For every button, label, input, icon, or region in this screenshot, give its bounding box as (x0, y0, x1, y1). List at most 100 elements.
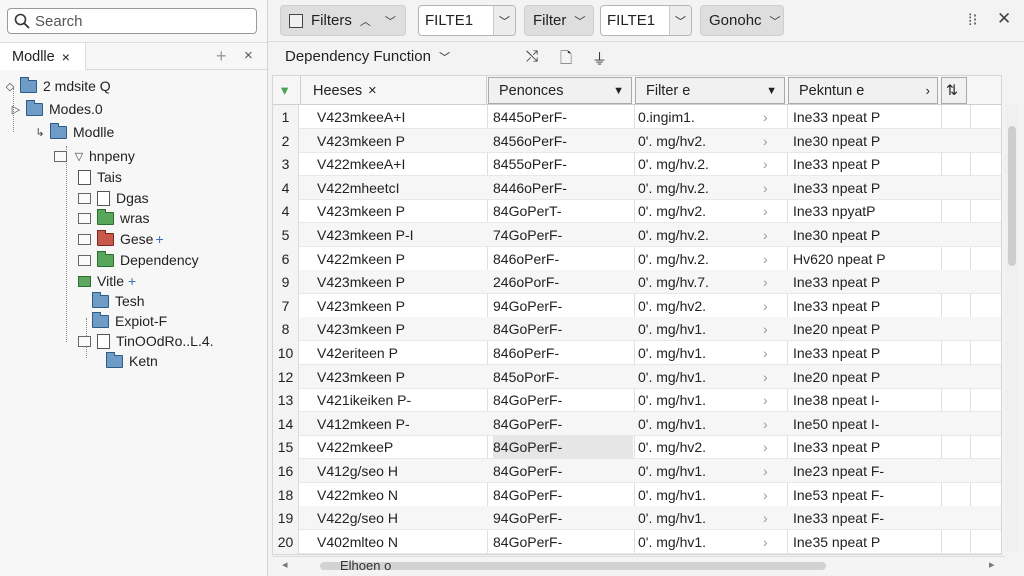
cell-pekntun[interactable]: Ine33 npyatP (793, 199, 943, 223)
table-row[interactable]: 13 V421ikeiken P- 84GoPerF- 0'. mg/hv1. Ine3… (273, 388, 1001, 413)
column-header[interactable]: Pekntun e › (788, 77, 938, 104)
cell-pekntun[interactable]: Ine30 npeat P (793, 223, 943, 247)
tree-node[interactable]: Gese + (78, 229, 164, 249)
cell-penonces[interactable]: 8445oPerF- (493, 105, 633, 129)
cell-filter[interactable]: 0'. mg/hv1. (638, 365, 758, 389)
filter-button[interactable]: Filter ﹀ (524, 5, 594, 36)
row-number[interactable]: 19 (273, 506, 299, 531)
cell-pekntun[interactable]: Ine33 npeat P (793, 341, 943, 365)
cell-heeses[interactable]: V42eriteen P (317, 341, 487, 365)
tree-node[interactable]: ◇ 2 mdsite Q (4, 76, 111, 96)
tree-node[interactable]: Dgas (78, 188, 149, 208)
cell-penonces[interactable]: 74GoPerF- (493, 223, 633, 247)
row-number[interactable]: 9 (273, 270, 299, 295)
cell-filter[interactable]: 0'. mg/hv2. (638, 294, 758, 318)
column-header[interactable]: Penonces ▼ (488, 77, 632, 104)
cell-filter[interactable]: 0'. mg/hv2. (638, 129, 758, 153)
cell-heeses[interactable]: V422mkeen P (317, 247, 487, 271)
tree-node[interactable]: TinOOdRo..L.4. (78, 331, 214, 351)
cell-filter[interactable]: 0'. mg/hv1. (638, 412, 758, 436)
cell-penonces[interactable]: 84GoPerF- (493, 388, 633, 412)
row-number[interactable]: 12 (273, 364, 299, 389)
table-row[interactable]: 2 V423mkeen P 8456oPerF- 0'. mg/hv2. Ine30 n… (273, 128, 1001, 153)
table-row[interactable]: 10 V42eriteen P 846oPerF- 0'. mg/hv1. Ine33 … (273, 341, 1001, 365)
cell-penonces[interactable]: 84GoPerT- (493, 199, 633, 223)
row-number[interactable]: 18 (273, 482, 299, 507)
cell-heeses[interactable]: V423mkeeA+I (317, 105, 487, 129)
cell-heeses[interactable]: V412mkeen P- (317, 412, 487, 436)
row-number[interactable]: 2 (273, 128, 299, 153)
cell-penonces[interactable]: 84GoPerF- (493, 530, 633, 554)
table-row[interactable]: 9 V423mkeen P 246oPorF- 0'. mg/hv.7. Ine33 n… (273, 270, 1001, 295)
filters-button[interactable]: Filters ︿ ﹀ (280, 5, 406, 36)
row-number[interactable]: 16 (273, 459, 299, 483)
cell-penonces[interactable]: 84GoPerF- (493, 483, 633, 507)
cell-pekntun[interactable]: Ine23 npeat F- (793, 459, 943, 483)
cell-pekntun[interactable]: Ine53 npeat F- (793, 483, 943, 507)
horizontal-scrollbar[interactable]: ◂ Elhoen o ▸ (272, 556, 1005, 574)
expand-right-icon[interactable]: ▷ (10, 103, 22, 116)
cell-penonces[interactable]: 84GoPerF- (493, 459, 633, 483)
vertical-scroll-thumb[interactable] (1008, 126, 1016, 266)
row-number[interactable]: 1 (273, 105, 299, 129)
row-number[interactable]: 7 (273, 293, 299, 318)
chevron-down-icon[interactable]: ﹀ (493, 6, 515, 35)
cell-pekntun[interactable]: Hv620 npeat P (793, 247, 943, 271)
chevron-down-icon[interactable]: ﹀ (669, 6, 691, 35)
gonohc-button[interactable]: Gonohc ﹀ (700, 5, 784, 36)
tree-node[interactable]: wras (78, 208, 150, 228)
row-number[interactable]: 20 (273, 529, 299, 554)
checkbox-icon[interactable] (78, 212, 91, 224)
cell-filter[interactable]: 0'. mg/hv.2. (638, 223, 758, 247)
row-number[interactable]: 13 (273, 388, 299, 413)
expand-down-icon[interactable]: ↳ (34, 126, 46, 139)
scroll-left-icon[interactable]: ◂ (282, 558, 288, 571)
checkbox-icon[interactable] (78, 254, 91, 266)
cell-heeses[interactable]: V422mkeo N (317, 483, 487, 507)
cell-pekntun[interactable]: Ine33 npeat P (793, 152, 943, 176)
table-row[interactable]: 1 V423mkeeA+I 8445oPerF- 0.ingim1. Ine33 npe… (273, 105, 1001, 129)
document-icon[interactable]: 🗋 (560, 48, 572, 73)
filter2-select[interactable]: FILTE1 ﹀ (600, 5, 692, 36)
column-picker-icon[interactable]: ⇅ (941, 77, 967, 104)
cell-filter[interactable]: 0'. mg/hv1. (638, 388, 758, 412)
cell-heeses[interactable]: V422g/seo H (317, 506, 487, 530)
column-header[interactable]: Heeses × (301, 76, 487, 105)
expand-down-icon[interactable]: ▽ (73, 150, 85, 163)
cell-heeses[interactable]: V423mkeen P (317, 317, 487, 341)
cell-pekntun[interactable]: Ine33 npeat P (793, 270, 943, 294)
cell-pekntun[interactable]: Ine20 npeat P (793, 365, 943, 389)
expand-down-icon[interactable]: ◇ (4, 80, 16, 93)
cell-heeses[interactable]: V423mkeen P (317, 365, 487, 389)
tab-close-icon[interactable]: × (62, 49, 70, 65)
row-number[interactable]: 8 (273, 317, 299, 342)
tree-node[interactable]: ↳ Modlle (34, 122, 114, 142)
cell-penonces[interactable]: 8455oPerF- (493, 152, 633, 176)
cell-pekntun[interactable]: Ine30 npeat P (793, 129, 943, 153)
cell-heeses[interactable]: V412g/seo H (317, 459, 487, 483)
cell-filter[interactable]: 0.ingim1. (638, 105, 758, 129)
checked-checkbox-icon[interactable] (78, 275, 91, 287)
cell-pekntun[interactable]: Ine20 npeat P (793, 317, 943, 341)
tree-node[interactable]: ▽ hnpeny (54, 146, 135, 166)
row-number[interactable]: 10 (273, 341, 299, 365)
checkbox-icon[interactable] (78, 335, 91, 347)
cell-filter[interactable]: 0'. mg/hv1. (638, 506, 758, 530)
tree-node[interactable]: Tais (78, 167, 122, 187)
row-number[interactable]: 14 (273, 411, 299, 436)
table-row[interactable]: 14 V412mkeen P- 84GoPerF- 0'. mg/hv1. Ine50 … (273, 411, 1001, 436)
cell-heeses[interactable]: V423mkeen P (317, 294, 487, 318)
cell-filter[interactable]: 0'. mg/hv1. (638, 341, 758, 365)
cell-penonces[interactable]: 8446oPerF- (493, 176, 633, 200)
tree-node[interactable]: Ketn (106, 351, 158, 371)
columns-icon[interactable]: ⁞⁝ (968, 10, 978, 30)
cell-pekntun[interactable]: Ine33 npeat F- (793, 506, 943, 530)
cell-filter[interactable]: 0'. mg/hv2. (638, 435, 758, 459)
vertical-scrollbar[interactable] (1005, 104, 1019, 552)
cell-pekntun[interactable]: Ine33 npeat P (793, 105, 943, 129)
checkbox-icon[interactable] (78, 192, 91, 204)
cell-heeses[interactable]: V421ikeiken P- (317, 388, 487, 412)
table-row[interactable]: 4 V423mkeen P 84GoPerT- 0'. mg/hv2. Ine33 np… (273, 199, 1001, 224)
cell-filter[interactable]: 0'. mg/hv.2. (638, 176, 758, 200)
table-row[interactable]: 19 V422g/seo H 94GoPerF- 0'. mg/hv1. Ine33 n… (273, 506, 1001, 531)
